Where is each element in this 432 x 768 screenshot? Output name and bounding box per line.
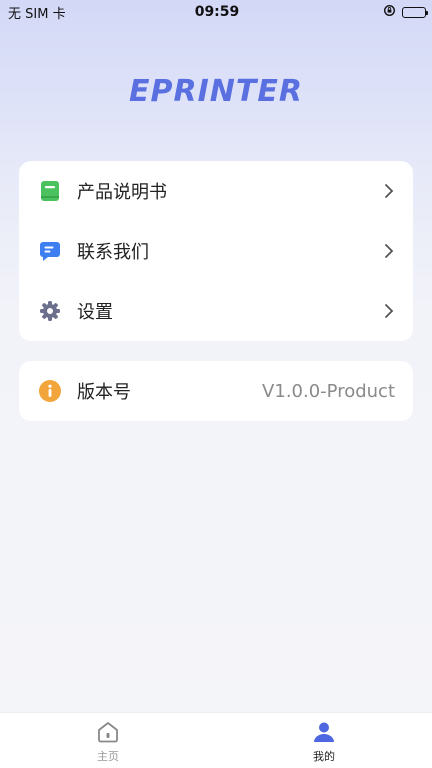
chevron-right-icon bbox=[383, 243, 395, 259]
version-value: V1.0.0-Product bbox=[262, 380, 395, 402]
battery-icon bbox=[401, 6, 428, 18]
info-icon bbox=[39, 380, 61, 402]
status-time: 09:59 bbox=[194, 4, 240, 20]
chat-icon bbox=[39, 240, 61, 262]
gear-icon bbox=[39, 300, 61, 322]
tab-label: 主页 bbox=[97, 749, 119, 763]
version-row: 版本号 V1.0.0-Product bbox=[19, 361, 413, 421]
status-icons bbox=[306, 4, 428, 21]
menu-item-manual[interactable]: 产品说明书 bbox=[19, 161, 413, 221]
chevron-right-icon bbox=[383, 183, 395, 199]
menu-card: 产品说明书 联系我们 设置 bbox=[19, 161, 413, 341]
user-icon bbox=[312, 720, 336, 744]
version-label: 版本号 bbox=[77, 382, 131, 403]
carrier-label: 无 SIM 卡 bbox=[8, 6, 66, 22]
tab-home[interactable]: 主页 bbox=[0, 713, 216, 768]
tab-label: 我的 bbox=[313, 749, 335, 763]
tab-mine[interactable]: 我的 bbox=[216, 713, 432, 768]
home-icon bbox=[96, 720, 120, 744]
status-bar: 无 SIM 卡 09:59 bbox=[0, 0, 432, 24]
menu-item-label: 联系我们 bbox=[77, 242, 149, 263]
app-logo: EPRINTER bbox=[129, 74, 303, 109]
menu-item-label: 产品说明书 bbox=[77, 182, 167, 203]
chevron-right-icon bbox=[383, 303, 395, 319]
menu-item-label: 设置 bbox=[77, 302, 113, 323]
menu-item-settings[interactable]: 设置 bbox=[19, 281, 413, 341]
version-card: 版本号 V1.0.0-Product bbox=[19, 361, 413, 421]
menu-item-contact[interactable]: 联系我们 bbox=[19, 221, 413, 281]
book-icon bbox=[39, 180, 61, 202]
orientation-lock-icon bbox=[383, 4, 396, 21]
tab-bar: 主页 我的 bbox=[0, 712, 432, 768]
